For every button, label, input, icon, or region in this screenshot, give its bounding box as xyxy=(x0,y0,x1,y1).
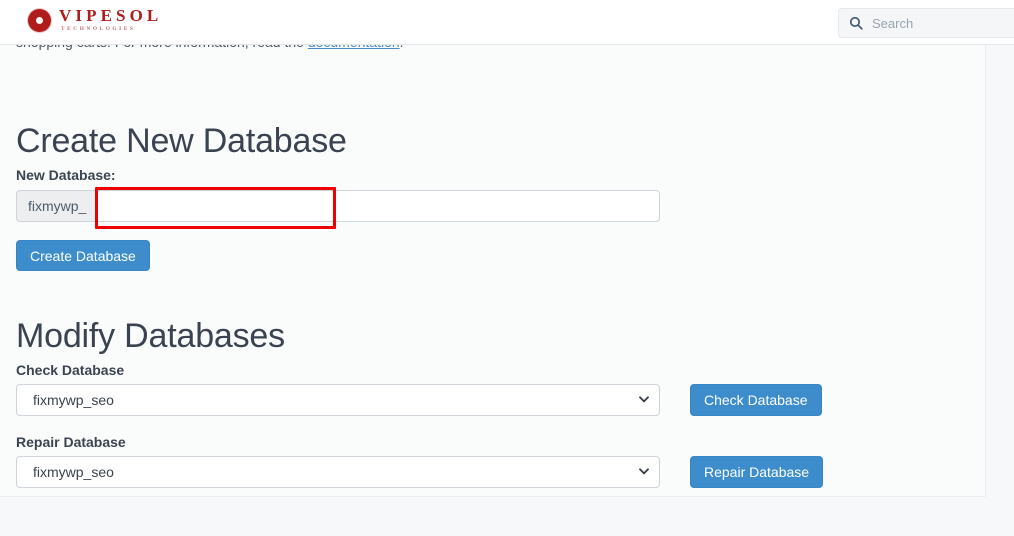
repair-database-select-wrap: fixmywp_seo xyxy=(16,456,660,488)
search-icon xyxy=(849,16,863,30)
logo-tagline: TECHNOLOGIES xyxy=(61,26,136,32)
site-logo[interactable]: VIPESOL TECHNOLOGIES xyxy=(28,7,162,34)
search-input[interactable] xyxy=(872,15,1013,31)
new-database-name-input[interactable] xyxy=(97,190,660,222)
database-prefix-addon: fixmywp_ xyxy=(16,190,98,222)
content-inner: shopping carts. For more information, re… xyxy=(0,34,985,496)
logo-name: VIPESOL xyxy=(59,6,163,25)
content-card: shopping carts. For more information, re… xyxy=(0,34,986,497)
create-new-database-title: Create New Database xyxy=(16,122,347,160)
check-database-select-wrap: fixmywp_seo xyxy=(16,384,660,416)
repair-database-select[interactable]: fixmywp_seo xyxy=(16,456,660,488)
modify-databases-title: Modify Databases xyxy=(16,317,285,355)
site-header: VIPESOL TECHNOLOGIES xyxy=(0,0,1014,45)
vipesol-logo-mark-icon xyxy=(28,9,51,32)
check-database-button[interactable]: Check Database xyxy=(690,384,822,416)
logo-text-group: VIPESOL TECHNOLOGIES xyxy=(59,7,162,34)
repair-database-button[interactable]: Repair Database xyxy=(690,456,824,488)
search-box[interactable] xyxy=(838,8,1014,38)
check-database-select[interactable]: fixmywp_seo xyxy=(16,384,660,416)
repair-database-label: Repair Database xyxy=(16,434,126,450)
check-database-label: Check Database xyxy=(16,362,125,378)
new-database-input-group: fixmywp_ xyxy=(16,190,660,222)
create-database-button[interactable]: Create Database xyxy=(16,240,150,271)
page-body: shopping carts. For more information, re… xyxy=(0,34,1014,536)
new-database-label: New Database: xyxy=(16,167,116,183)
